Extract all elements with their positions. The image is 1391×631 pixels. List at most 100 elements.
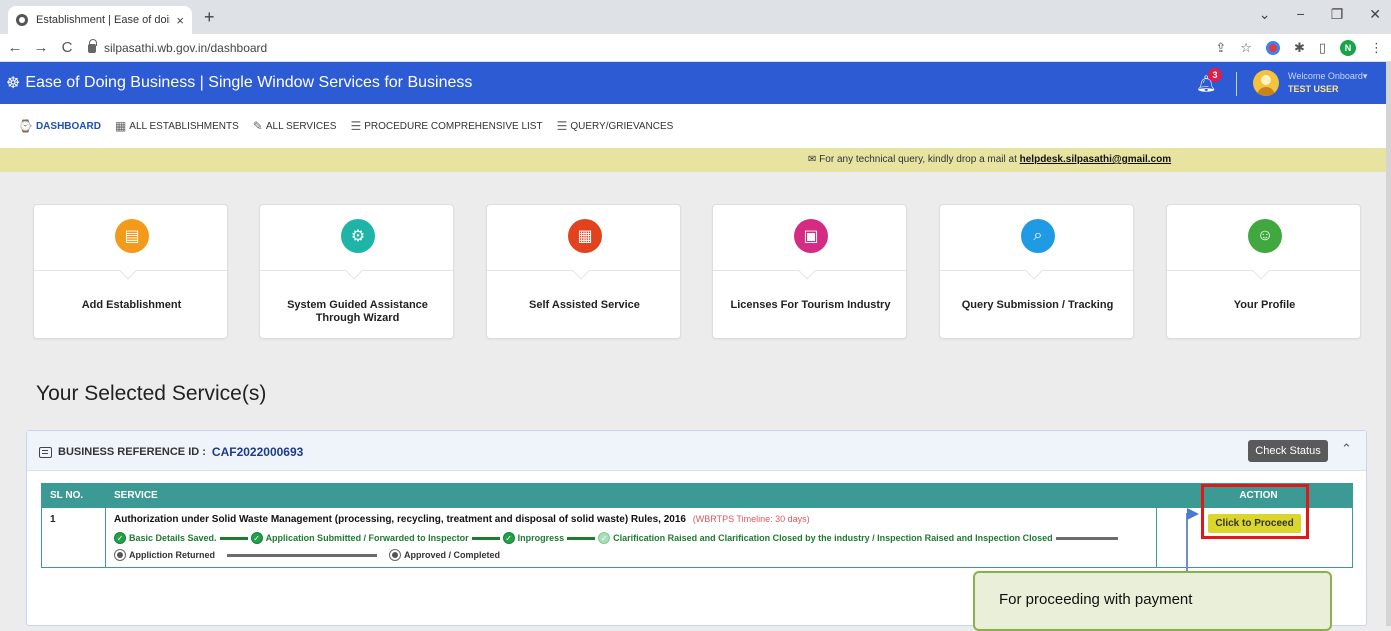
helpdesk-email-link[interactable]: helpdesk.silpasathi@gmail.com: [1020, 154, 1171, 165]
check-icon: ✓: [598, 532, 611, 544]
dashboard-icon: ⌚: [18, 119, 33, 133]
step-connector: [227, 553, 377, 557]
list-icon: [39, 446, 52, 458]
back-icon[interactable]: ←: [4, 39, 26, 56]
menu-procedure-list[interactable]: ☰ PROCEDURE COMPREHENSIVE LIST: [350, 119, 542, 133]
step-label: Clarification Raised and Clarification C…: [613, 533, 1053, 543]
highlight-box: [1201, 484, 1309, 539]
share-icon[interactable]: ⇪: [1215, 40, 1226, 56]
cell-service: Authorization under Solid Waste Manageme…: [105, 507, 1157, 568]
tab-search-icon[interactable]: ⌄: [1259, 6, 1271, 23]
card-label: Self Assisted Service: [529, 299, 640, 311]
card-label: System Guided Assistance Through Wizard: [287, 299, 428, 324]
pending-icon: [114, 549, 126, 561]
step-application-returned: Appliction Returned: [114, 549, 215, 561]
card-add-establishment[interactable]: ▤ Add Establishment: [33, 204, 228, 339]
check-icon: ✓: [502, 532, 515, 544]
step-label: Appliction Returned: [129, 550, 215, 560]
extension-icon[interactable]: [1265, 41, 1280, 55]
annotation-callout: For proceeding with payment: [973, 571, 1332, 631]
menu-label: DASHBOARD: [35, 120, 101, 132]
menu-dots-icon[interactable]: ⋮: [1370, 40, 1383, 56]
menu-all-establishments[interactable]: ▦ ALL ESTABLISHMENTS: [115, 119, 239, 133]
notification-badge: 3: [1208, 68, 1222, 82]
card-label: Licenses For Tourism Industry: [730, 299, 891, 311]
user-name: TEST USER: [1288, 84, 1339, 94]
card-your-profile[interactable]: ☺ Your Profile: [1166, 204, 1361, 339]
building-icon: ▤: [115, 219, 149, 253]
brand-title: Ease of Doing Business | Single Window S…: [25, 74, 473, 91]
building-icon: ▦: [114, 119, 127, 133]
url-text: silpasathi.wb.gov.in/dashboard: [104, 40, 268, 55]
step-basic-details: ✓ Basic Details Saved.: [114, 532, 217, 544]
step-connector: [219, 536, 248, 540]
step-connector: [471, 536, 500, 540]
menu-query-grievances[interactable]: ☰ QUERY/GRIEVANCES: [557, 119, 674, 133]
site-favicon-icon: [16, 14, 28, 26]
col-service: SERVICE: [105, 483, 1157, 508]
chevron-up-icon[interactable]: ⌃: [1341, 441, 1352, 457]
forward-icon[interactable]: →: [30, 39, 52, 56]
service-name: Authorization under Solid Waste Manageme…: [114, 514, 686, 525]
notice-message: ✉︎ For any technical query, kindly drop …: [808, 154, 1171, 165]
mail-icon: ✉︎: [808, 154, 817, 165]
check-status-button[interactable]: Check Status: [1248, 440, 1328, 462]
side-panel-icon[interactable]: ▯: [1319, 40, 1326, 56]
step-connector: [1055, 536, 1118, 540]
card-query-tracking[interactable]: ⌕ Query Submission / Tracking: [939, 204, 1134, 339]
list-icon: ☰: [556, 119, 568, 133]
menu-dashboard[interactable]: ⌚ DASHBOARD: [18, 119, 101, 133]
restore-icon[interactable]: ❐: [1331, 6, 1344, 23]
card-label: Your Profile: [1233, 299, 1296, 311]
card-guided-assistance[interactable]: ⚙ System Guided Assistance Through Wizar…: [259, 204, 454, 339]
gear-icon: ⚙: [341, 219, 375, 253]
services-table: SL NO. SERVICE ACTION 1 Authorization un…: [41, 483, 1353, 568]
callout-connector: [1186, 514, 1188, 572]
address-bar[interactable]: silpasathi.wb.gov.in/dashboard: [88, 39, 268, 55]
cell-sl: 1: [41, 507, 106, 568]
menu-label: ALL SERVICES: [265, 120, 337, 132]
col-sl: SL NO.: [41, 483, 106, 508]
minimize-icon[interactable]: −: [1297, 6, 1305, 23]
menu-label: QUERY/GRIEVANCES: [570, 120, 674, 132]
step-label: Application Submitted / Forwarded to Ins…: [265, 533, 469, 543]
scrollbar[interactable]: [1386, 62, 1391, 626]
browser-tab[interactable]: Establishment | Ease of doing bu ×: [8, 6, 192, 34]
table-header-row: SL NO. SERVICE ACTION: [41, 483, 1353, 508]
card-tourism-licenses[interactable]: ▣ Licenses For Tourism Industry: [712, 204, 907, 339]
user-avatar[interactable]: [1253, 70, 1279, 96]
menu-all-services[interactable]: ✎ ALL SERVICES: [253, 119, 337, 133]
panel-header: BUSINESS REFERENCE ID : CAF2022000693 Ch…: [27, 431, 1366, 471]
service-timeline: (WBRTPS Timeline: 30 days): [692, 514, 810, 524]
card-self-assisted[interactable]: ▦ Self Assisted Service: [486, 204, 681, 339]
reload-icon[interactable]: C: [56, 39, 78, 56]
brand-icon: ☸: [6, 75, 21, 92]
brand[interactable]: ☸ Ease of Doing Business | Single Window…: [6, 73, 472, 93]
app-header: ☸ Ease of Doing Business | Single Window…: [0, 62, 1386, 104]
tab-close-icon[interactable]: ×: [176, 13, 184, 28]
pending-icon: [389, 549, 401, 561]
profile-icon: ☺: [1248, 219, 1282, 253]
notice-text: For any technical query, kindly drop a m…: [819, 154, 1017, 165]
card-label: Add Establishment: [81, 299, 182, 311]
browser-toolbar: ← → C silpasathi.wb.gov.in/dashboard: [0, 34, 1391, 62]
puzzle-icon[interactable]: ✱: [1294, 40, 1305, 56]
list-icon: ☰: [350, 119, 362, 133]
grid-icon: ▦: [568, 219, 602, 253]
bookmark-star-icon[interactable]: ☆: [1240, 40, 1252, 56]
close-window-icon[interactable]: ✕: [1369, 6, 1381, 23]
section-title: Your Selected Service(s): [36, 382, 267, 405]
new-tab-button[interactable]: +: [204, 7, 215, 28]
license-icon: ▣: [794, 219, 828, 253]
card-label: Query Submission / Tracking: [961, 299, 1114, 311]
tab-title: Establishment | Ease of doing bu: [36, 14, 170, 26]
welcome-menu[interactable]: Welcome Onboard▾: [1288, 71, 1367, 82]
step-approved: Approved / Completed: [389, 549, 500, 561]
profile-avatar[interactable]: N: [1340, 40, 1356, 56]
step-connector: [567, 536, 596, 540]
status-steps: ✓ Basic Details Saved. ✓ Application Submi…: [114, 532, 1148, 561]
step-label: Inprogress: [517, 533, 565, 543]
step-label: Approved / Completed: [404, 550, 501, 560]
main-menu: ⌚ DASHBOARD ▦ ALL ESTABLISHMENTS ✎ ALL S…: [0, 104, 1386, 148]
arrow-icon: [1187, 508, 1199, 520]
